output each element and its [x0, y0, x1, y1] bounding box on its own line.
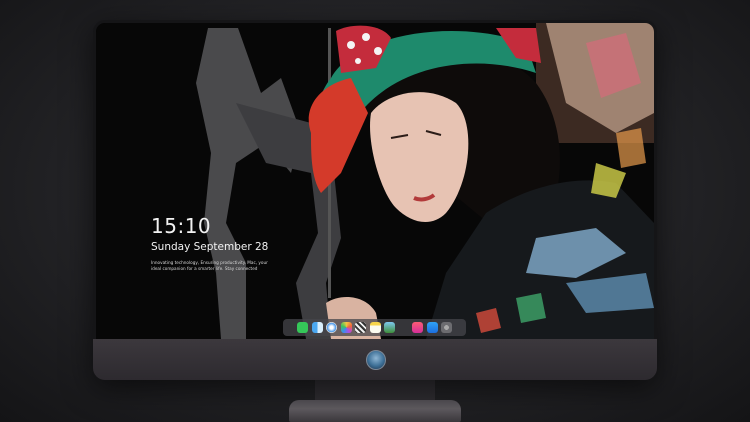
- clock-time: 15:10: [151, 214, 212, 238]
- dock: [283, 319, 466, 336]
- notes-icon[interactable]: [369, 322, 381, 333]
- preview-icon[interactable]: [384, 322, 395, 333]
- photos-icon[interactable]: [340, 322, 352, 333]
- wallpaper-image: [96, 23, 654, 339]
- system-settings-icon[interactable]: [441, 322, 452, 333]
- monitor-chin: [93, 339, 657, 380]
- monitor: 15:10 Sunday September 28 Innovating tec…: [93, 20, 657, 380]
- messages-icon[interactable]: [297, 322, 308, 333]
- music-icon[interactable]: [412, 322, 423, 333]
- brand-logo-icon: [366, 350, 386, 370]
- screen: 15:10 Sunday September 28 Innovating tec…: [96, 23, 654, 339]
- clock-date: Sunday September 28: [151, 241, 269, 253]
- claquette-icon[interactable]: [355, 322, 366, 333]
- lock-screen-info: 15:10 Sunday September 28 Innovating tec…: [151, 215, 271, 271]
- appstore-icon[interactable]: [426, 322, 438, 333]
- monitor-stand-base: [289, 400, 461, 422]
- tagline-text: Innovating technology, Ensuring producti…: [151, 260, 268, 271]
- safari-icon[interactable]: [326, 322, 337, 333]
- finder-icon[interactable]: [311, 322, 323, 333]
